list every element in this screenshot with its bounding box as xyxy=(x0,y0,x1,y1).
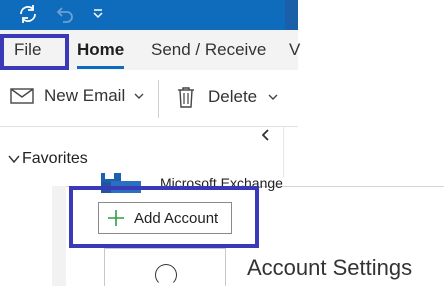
tab-home[interactable]: Home xyxy=(77,40,124,60)
favorites-label: Favorites xyxy=(22,150,88,167)
new-email-label: New Email xyxy=(44,86,126,105)
chevron-down-icon xyxy=(268,94,278,100)
active-tab-indicator xyxy=(77,66,124,69)
delete-button[interactable]: Delete xyxy=(176,86,279,108)
customize-dropdown-icon[interactable] xyxy=(86,2,110,26)
envelope-icon xyxy=(10,88,34,104)
screenshot-stage: File Home Send / Receive V New Email Del… xyxy=(0,0,444,286)
quick-access-toolbar xyxy=(0,0,298,30)
new-email-button[interactable]: New Email xyxy=(10,86,145,106)
highlight-file-tab xyxy=(0,34,69,70)
sync-icon[interactable] xyxy=(16,2,40,26)
highlight-add-account xyxy=(69,186,259,248)
chevron-down-icon xyxy=(134,93,144,99)
tab-send-receive[interactable]: Send / Receive xyxy=(151,40,266,60)
titlebar-edge xyxy=(285,0,298,30)
chevron-down-icon xyxy=(8,155,20,164)
pane-divider xyxy=(283,127,284,177)
favorites-header[interactable]: Favorites xyxy=(8,150,88,168)
delete-label: Delete xyxy=(208,87,258,106)
ribbon-separator xyxy=(158,80,159,118)
account-settings-heading: Account Settings xyxy=(247,255,413,280)
tab-view-partial[interactable]: V xyxy=(289,40,300,60)
collapse-pane-icon[interactable] xyxy=(259,128,273,142)
undo-icon[interactable] xyxy=(52,2,76,26)
backstage-nav-edge xyxy=(52,186,66,286)
account-settings-icon xyxy=(155,264,177,286)
trash-icon xyxy=(178,87,194,108)
